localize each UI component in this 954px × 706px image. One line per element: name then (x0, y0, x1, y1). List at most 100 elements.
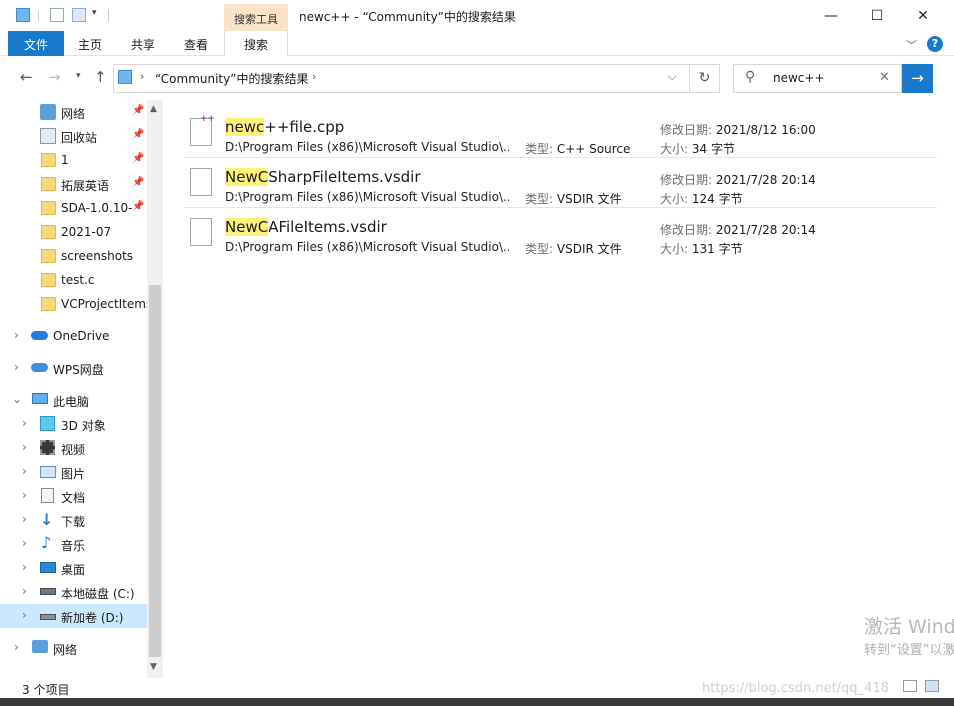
sidebar-item-label: 此电脑 (53, 395, 90, 409)
this-pc-icon (32, 393, 48, 404)
close-button[interactable]: ✕ (900, 0, 946, 31)
type-label: 类型: (525, 142, 554, 156)
new-folder-icon[interactable] (72, 8, 86, 22)
sidebar-item-pictures[interactable]: › 图片 (0, 460, 147, 484)
refresh-button[interactable]: ↻ (690, 64, 720, 93)
scroll-down-arrow-icon[interactable]: ▼ (150, 662, 157, 672)
sidebar-item-drive-d[interactable]: › 新加卷 (D:) (0, 604, 147, 628)
sidebar-item-downloads[interactable]: › ↓ 下载 (0, 508, 147, 532)
expand-chevron-icon[interactable]: › (22, 488, 27, 502)
sidebar-item-label: 本地磁盘 (C:) (61, 587, 135, 601)
address-history-chevron-icon[interactable]: ⌵ (668, 70, 676, 84)
breadcrumb[interactable]: “Community”中的搜索结果 (155, 70, 308, 87)
sidebar-item-3d-objects[interactable]: › 3D 对象 (0, 412, 147, 436)
documents-icon (41, 488, 54, 503)
explorer-icon (16, 8, 30, 22)
sidebar-item-folder-screenshots[interactable]: screenshots (0, 244, 147, 268)
desktop-icon (40, 562, 56, 573)
sidebar-item-label: 视频 (61, 443, 86, 457)
search-input[interactable]: newc++ (773, 71, 825, 85)
result-row[interactable]: NewCAFileItems.vsdir D:\Program Files (x… (184, 207, 937, 257)
sidebar-item-this-pc[interactable]: ⌄ 此电脑 (0, 388, 147, 412)
sidebar-item-folder-english[interactable]: 拓展英语 📌 (0, 172, 147, 196)
up-arrow-icon[interactable]: ↑ (94, 68, 107, 86)
file-icon (190, 168, 212, 196)
properties-icon[interactable] (50, 8, 64, 22)
tab-share[interactable]: 共享 (119, 31, 167, 56)
breadcrumb-chevron-icon[interactable]: › (312, 70, 316, 83)
clear-search-icon[interactable]: ✕ (879, 70, 890, 85)
tab-view[interactable]: 查看 (172, 31, 220, 56)
filename-rest: AFileItems.vsdir (268, 218, 387, 236)
search-icon: ⚲ (745, 69, 756, 85)
result-date: 2021/7/28 20:14 (715, 173, 816, 187)
sidebar-item-label: 网络 (61, 107, 86, 121)
result-size: 124 字节 (691, 192, 743, 206)
expand-chevron-icon[interactable]: › (22, 536, 27, 550)
sidebar-item-folder-testc[interactable]: test.c (0, 268, 147, 292)
sidebar-item-wps-cloud[interactable]: › WPS网盘 (0, 356, 147, 380)
pin-icon: 📌 (132, 105, 145, 116)
sidebar-item-folder-1[interactable]: 1 📌 (0, 148, 147, 172)
tab-home[interactable]: 主页 (66, 31, 114, 56)
tab-file[interactable]: 文件 (8, 31, 64, 56)
divider (38, 10, 39, 22)
result-filename: newc++file.cpp (225, 118, 344, 136)
file-icon (190, 218, 212, 246)
result-row[interactable]: NewCSharpFileItems.vsdir D:\Program File… (184, 157, 937, 207)
result-filename: NewCSharpFileItems.vsdir (225, 168, 421, 186)
scrollbar-thumb[interactable] (149, 285, 161, 657)
sidebar-item-network-pinned[interactable]: 网络 📌 (0, 100, 147, 124)
expand-chevron-icon[interactable]: › (22, 608, 27, 622)
breadcrumb-chevron-icon[interactable]: › (140, 70, 144, 83)
result-path: D:\Program Files (x86)\Microsoft Visual … (225, 240, 509, 254)
result-row[interactable]: ++ newc++file.cpp D:\Program Files (x86)… (184, 107, 937, 157)
collapse-ribbon-icon[interactable]: ﹀ (906, 37, 917, 53)
expand-chevron-icon[interactable]: › (14, 640, 19, 654)
sidebar-item-videos[interactable]: › 视频 (0, 436, 147, 460)
back-arrow-icon[interactable]: ← (20, 68, 33, 86)
sidebar-item-onedrive[interactable]: › OneDrive (0, 324, 147, 348)
forward-arrow-icon[interactable]: → (48, 68, 61, 86)
expand-chevron-icon[interactable]: › (22, 560, 27, 574)
expand-chevron-icon[interactable]: › (22, 440, 27, 454)
expand-chevron-icon[interactable]: › (22, 464, 27, 478)
sidebar-item-desktop[interactable]: › 桌面 (0, 556, 147, 580)
sidebar-item-drive-c[interactable]: › 本地磁盘 (C:) (0, 580, 147, 604)
sidebar-item-folder-2021-07[interactable]: 2021-07 (0, 220, 147, 244)
size-label: 大小: (660, 192, 689, 206)
tab-search[interactable]: 搜索 (224, 31, 288, 56)
sidebar-item-recycle-bin[interactable]: 回收站 📌 (0, 124, 147, 148)
divider (108, 9, 109, 22)
expand-chevron-icon[interactable]: › (14, 360, 19, 374)
sidebar-item-folder-vcprojectitems[interactable]: VCProjectItems (0, 292, 147, 316)
sidebar-item-folder-sda[interactable]: SDA-1.0.10-: 📌 (0, 196, 147, 220)
search-go-button[interactable]: → (902, 64, 933, 93)
sidebar-item-label: OneDrive (53, 329, 110, 343)
date-label: 修改日期: (660, 173, 713, 187)
size-label: 大小: (660, 242, 689, 256)
date-label: 修改日期: (660, 223, 713, 237)
sidebar-item-music[interactable]: › ♪ 音乐 (0, 532, 147, 556)
result-size: 34 字节 (691, 142, 735, 156)
expand-chevron-icon[interactable]: › (22, 584, 27, 598)
customize-toolbar-icon[interactable]: ▾ (92, 8, 106, 22)
pin-icon: 📌 (132, 177, 145, 188)
recent-locations-chevron-icon[interactable]: ▾ (76, 71, 81, 81)
expand-chevron-icon[interactable]: › (14, 328, 19, 342)
expand-chevron-icon[interactable]: › (22, 416, 27, 430)
scroll-up-arrow-icon[interactable]: ▲ (150, 104, 157, 114)
collapse-chevron-icon[interactable]: ⌄ (12, 392, 22, 406)
large-icons-view-icon[interactable] (925, 680, 939, 692)
minimize-button[interactable]: — (808, 0, 854, 31)
sidebar-item-documents[interactable]: › 文档 (0, 484, 147, 508)
sidebar-item-label: WPS网盘 (53, 363, 104, 377)
expand-chevron-icon[interactable]: › (22, 512, 27, 526)
result-size: 131 字节 (691, 242, 743, 256)
maximize-button[interactable]: ☐ (854, 0, 900, 31)
taskbar-edge (0, 698, 954, 706)
details-view-icon[interactable] (903, 680, 917, 692)
sidebar-item-network[interactable]: › 网络 (0, 636, 147, 660)
help-icon[interactable]: ? (927, 36, 943, 52)
match-highlight: NewC (225, 168, 269, 186)
